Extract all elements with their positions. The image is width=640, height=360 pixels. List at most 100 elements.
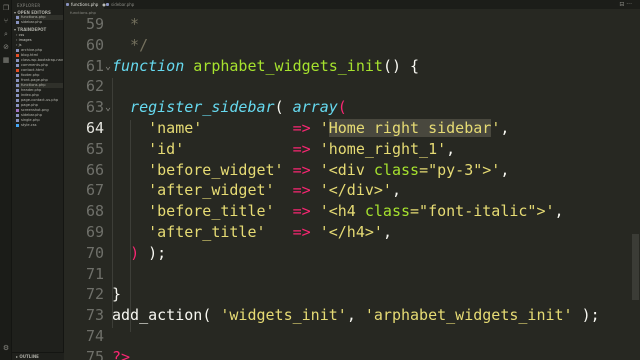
line-number: 72 — [85, 285, 104, 304]
editor-scrollbar[interactable] — [630, 16, 640, 360]
breadcrumb[interactable]: functions.php — [64, 9, 640, 16]
code-token: ' — [319, 119, 329, 137]
file-name: class-wp-bootstrap-navwalker.php — [21, 58, 63, 62]
line-number: 61 — [85, 56, 104, 75]
line-number: 63 — [85, 98, 104, 117]
code-line[interactable]: ?> — [112, 348, 130, 360]
code-token: ="py-3">' — [419, 160, 501, 179]
code-token: class — [364, 202, 411, 221]
tab-actions[interactable]: ⊟ ··· — [619, 1, 632, 8]
file-type-icon — [16, 68, 19, 72]
settings-gear-icon[interactable]: ⚙ — [2, 344, 10, 352]
code-token: '</div>' — [319, 181, 392, 200]
file-name: functions.php — [21, 83, 46, 87]
line-number: 73 — [85, 306, 104, 325]
search-icon[interactable]: ⌕ — [2, 30, 10, 38]
code-line[interactable]: */ — [112, 36, 148, 54]
file-name: comments.php — [21, 63, 48, 67]
code-token: ) — [130, 243, 140, 262]
file-type-icon — [16, 118, 19, 122]
file-name: sidebar.php — [21, 20, 42, 24]
code-line[interactable]: 'name' => 'Home right sidebar', — [112, 119, 509, 137]
code-line[interactable]: 'before_widget' => '<div class="py-3">', — [112, 161, 509, 179]
breadcrumb-file[interactable]: functions.php — [70, 10, 96, 15]
code-line[interactable]: 'after_widget' => '</div>', — [112, 181, 401, 199]
file-type-icon — [16, 83, 19, 87]
code-line[interactable]: register_sidebar( array( — [112, 98, 347, 116]
file-name: footer.php — [21, 73, 40, 77]
code-line[interactable]: 'id' => 'home_right_1', — [112, 140, 455, 158]
file-type-icon — [16, 58, 19, 62]
code-token: ?> — [112, 347, 131, 360]
debug-icon[interactable]: ⊘ — [2, 43, 10, 51]
file-type-icon — [16, 98, 19, 102]
code-token: class — [373, 160, 420, 179]
code-token: 'before_title' — [148, 202, 275, 221]
file-name: page.php — [21, 103, 38, 107]
scrollbar-thumb[interactable] — [632, 234, 639, 300]
project-folder-header[interactable]: ▾ TRAINDEPOT — [14, 27, 46, 32]
line-number: 75 — [85, 347, 104, 360]
indent-guide — [130, 120, 131, 332]
file-name: blog.html — [21, 53, 39, 57]
code-editor[interactable]: 59 * 60 */61 ⌄ function arphabet_widgets_in… — [64, 16, 640, 360]
file-name: functions.php — [21, 15, 46, 19]
code-token: 'home_right_1' — [319, 139, 447, 158]
editor-tab-bar: functions.php ● sidebar.php ⊟ ··· — [64, 0, 640, 9]
code-token: function — [112, 56, 185, 75]
file-name: index.php — [21, 93, 39, 97]
code-line[interactable]: 'after_title' => '</h4>', — [112, 223, 392, 241]
code-token: 'id' — [148, 139, 185, 158]
explorer-title: EXPLORER — [17, 3, 41, 8]
tab-label: functions.php — [71, 2, 99, 7]
line-number: 71 — [85, 264, 104, 283]
code-token: , — [346, 306, 365, 325]
code-token: '<h4 — [319, 202, 365, 221]
file-type-icon — [16, 103, 19, 107]
code-line[interactable]: } — [112, 285, 121, 303]
file-type-icon — [16, 113, 19, 117]
tab-sidebar-php[interactable]: sidebar.php — [104, 0, 144, 9]
line-number: 74 — [85, 327, 104, 345]
code-line[interactable]: * — [112, 16, 139, 33]
outline-section-header[interactable]: ▸ OUTLINE — [12, 352, 64, 360]
php-file-icon — [106, 3, 109, 6]
code-token: => — [283, 160, 320, 179]
code-token: => — [274, 202, 320, 221]
code-token: => — [274, 181, 320, 200]
file-type-icon — [16, 73, 19, 77]
code-token: ( — [274, 98, 293, 117]
file-name: sidebar.php — [21, 113, 42, 117]
open-editor-item[interactable]: sidebar.php — [16, 20, 63, 25]
code-line[interactable]: add_action( 'widgets_init', 'arphabet_wi… — [112, 306, 600, 324]
php-file-icon — [66, 3, 69, 6]
code-token: 'after_title' — [148, 223, 266, 241]
code-token: 'arphabet_widgets_init' — [364, 306, 573, 325]
tab-label: sidebar.php — [111, 2, 135, 7]
file-type-icon — [16, 78, 19, 82]
code-token: , — [391, 181, 401, 200]
code-token: arphabet_widgets_init — [193, 56, 383, 75]
file-name: header.php — [21, 88, 42, 92]
php-file-icon — [16, 20, 19, 24]
file-item[interactable]: style.css — [16, 123, 63, 128]
code-token: ( — [202, 306, 221, 325]
git-icon[interactable]: ⑂ — [2, 17, 10, 25]
extensions-icon[interactable]: ▦ — [2, 56, 10, 64]
file-type-icon — [16, 123, 19, 127]
code-token: add_action — [112, 306, 203, 325]
file-name: single.php — [21, 118, 40, 122]
code-token: } — [112, 285, 122, 304]
file-type-icon — [16, 108, 19, 112]
folder-name: › images — [16, 38, 32, 42]
file-type-icon — [16, 93, 19, 97]
tab-functions-php[interactable]: functions.php ● — [64, 0, 106, 9]
code-line[interactable]: ) ); — [112, 244, 166, 262]
code-line[interactable]: function arphabet_widgets_init() { — [112, 57, 419, 75]
fold-chevron-icon[interactable]: ⌄ — [105, 102, 111, 113]
fold-chevron-icon[interactable]: ⌄ — [105, 61, 111, 72]
files-icon[interactable]: ❐ — [2, 4, 10, 12]
code-line[interactable]: 'before_title' => '<h4 class="font-itali… — [112, 202, 563, 221]
line-number: 69 — [85, 223, 104, 241]
